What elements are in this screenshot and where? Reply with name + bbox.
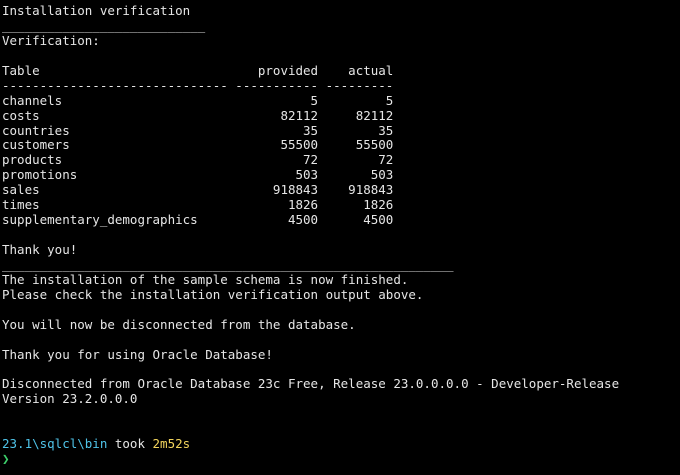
table-row: products 72 72 [2,152,394,168]
heading-underline: ___________________________ [2,17,206,33]
thanks-oracle-line: Thank you for using Oracle Database! [2,346,273,362]
table-row: customers 55500 55500 [2,137,394,153]
section-underline: ________________________________________… [2,256,454,272]
table-separator: ------------------------------ ---------… [2,77,394,93]
finished-line: The installation of the sample schema is… [2,271,409,287]
verification-label: Verification: [2,32,100,48]
table-row: channels 5 5 [2,92,394,108]
table-row: supplementary_demographics 4500 4500 [2,212,394,228]
prompt-path: 23.1\sqlcl\bin [2,436,108,452]
prompt-status-line: 23.1\sqlcl\bin took 2m52s [2,436,680,452]
prompt-duration: 2m52s [152,436,191,452]
thank-you-line: Thank you! [2,242,78,257]
table-header: Table provided actual [2,62,394,78]
table-row: promotions 503 503 [2,167,394,183]
disconnect-notice: You will now be disconnected from the da… [2,316,356,332]
prompt-chevron-icon: ❯ [2,451,10,467]
prompt-took-label: took [107,436,153,452]
table-row: times 1826 1826 [2,197,394,213]
prompt-input-line[interactable]: ❯ [2,451,680,467]
check-line: Please check the installation verificati… [2,286,424,302]
version-line: Version 23.2.0.0.0 [2,391,138,407]
table-row: costs 82112 82112 [2,107,394,123]
disconnected-line: Disconnected from Oracle Database 23c Fr… [2,376,620,392]
terminal-window[interactable]: Installation verification ______________… [0,0,680,475]
table-row: sales 918843 918843 [2,182,394,198]
heading-line: Installation verification [2,3,191,18]
table-row: countries 35 35 [2,122,394,138]
